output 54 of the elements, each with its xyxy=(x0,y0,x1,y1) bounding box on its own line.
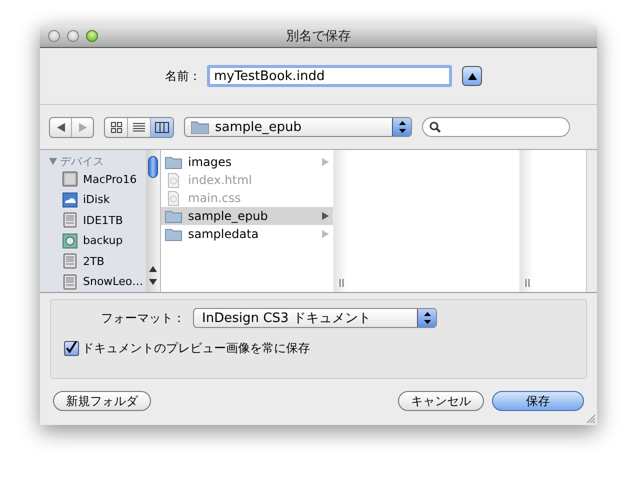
minimize-button[interactable] xyxy=(67,30,79,42)
file-row[interactable]: images xyxy=(161,153,333,171)
name-label: 名前： xyxy=(165,68,201,84)
window-title: 別名で保存 xyxy=(286,28,351,45)
file-row[interactable]: sampledata xyxy=(161,225,333,243)
document-icon xyxy=(165,172,182,188)
column-view-icon[interactable] xyxy=(151,118,173,136)
stepper-arrows-icon xyxy=(392,118,411,136)
folder-icon xyxy=(165,228,182,240)
column-resize-handle[interactable] xyxy=(525,279,530,287)
folder-icon xyxy=(165,210,182,222)
dialog-button[interactable]: 新規フォルダ xyxy=(53,391,151,411)
zoom-button[interactable] xyxy=(86,30,98,42)
drive-icon xyxy=(62,212,78,228)
disclosure-triangle-icon[interactable] xyxy=(49,158,57,164)
file-row: main.css xyxy=(161,189,333,207)
sidebar-item[interactable]: MacPro16 xyxy=(40,169,146,190)
file-row: index.html xyxy=(161,171,333,189)
location-popup[interactable]: sample_epub xyxy=(184,117,412,137)
search-field[interactable] xyxy=(422,117,570,137)
format-popup[interactable]: InDesign CS3 ドキュメント xyxy=(193,308,437,328)
name-field[interactable]: myTestBook.indd xyxy=(207,65,452,87)
drive-icon xyxy=(62,253,78,270)
sidebar-item[interactable]: backup xyxy=(40,230,146,251)
stepper-arrows-icon xyxy=(417,309,436,327)
resize-grip-icon[interactable] xyxy=(585,413,596,424)
disclosure-arrow-icon xyxy=(322,158,329,166)
close-button[interactable] xyxy=(48,30,60,42)
search-icon xyxy=(429,121,441,133)
format-value: InDesign CS3 ドキュメント xyxy=(202,310,371,327)
document-icon xyxy=(165,190,182,206)
column-resize-handle[interactable] xyxy=(339,279,344,287)
scroll-bar[interactable] xyxy=(146,150,161,292)
disclosure-arrow-icon xyxy=(322,230,329,238)
folder-icon xyxy=(165,156,182,168)
checkbox[interactable] xyxy=(64,341,79,356)
file-row[interactable]: sample_epub xyxy=(161,207,333,225)
sidebar-heading: デバイス xyxy=(60,154,104,168)
dialog-button[interactable]: 保存 xyxy=(492,391,584,411)
expand-button[interactable] xyxy=(462,66,482,86)
disclosure-arrow-icon xyxy=(322,212,329,220)
dialog-button[interactable]: キャンセル xyxy=(398,391,484,411)
backup-drive-icon xyxy=(62,232,78,249)
format-label: フォーマット： xyxy=(101,310,185,326)
sidebar-item[interactable]: IDE1TB xyxy=(40,210,146,230)
sidebar-item[interactable]: iDisk xyxy=(40,190,146,210)
checkbox-label: ドキュメントのプレビュー画像を常に保存 xyxy=(82,340,310,357)
location-value: sample_epub xyxy=(215,120,302,134)
sidebar-item[interactable]: SnowLeo… xyxy=(40,272,146,292)
computer-icon xyxy=(62,171,78,188)
triangle-up-icon xyxy=(468,72,476,80)
sidebar-item[interactable]: 2TB xyxy=(40,251,146,272)
folder-icon xyxy=(191,120,209,134)
navigation-control[interactable] xyxy=(49,116,94,138)
